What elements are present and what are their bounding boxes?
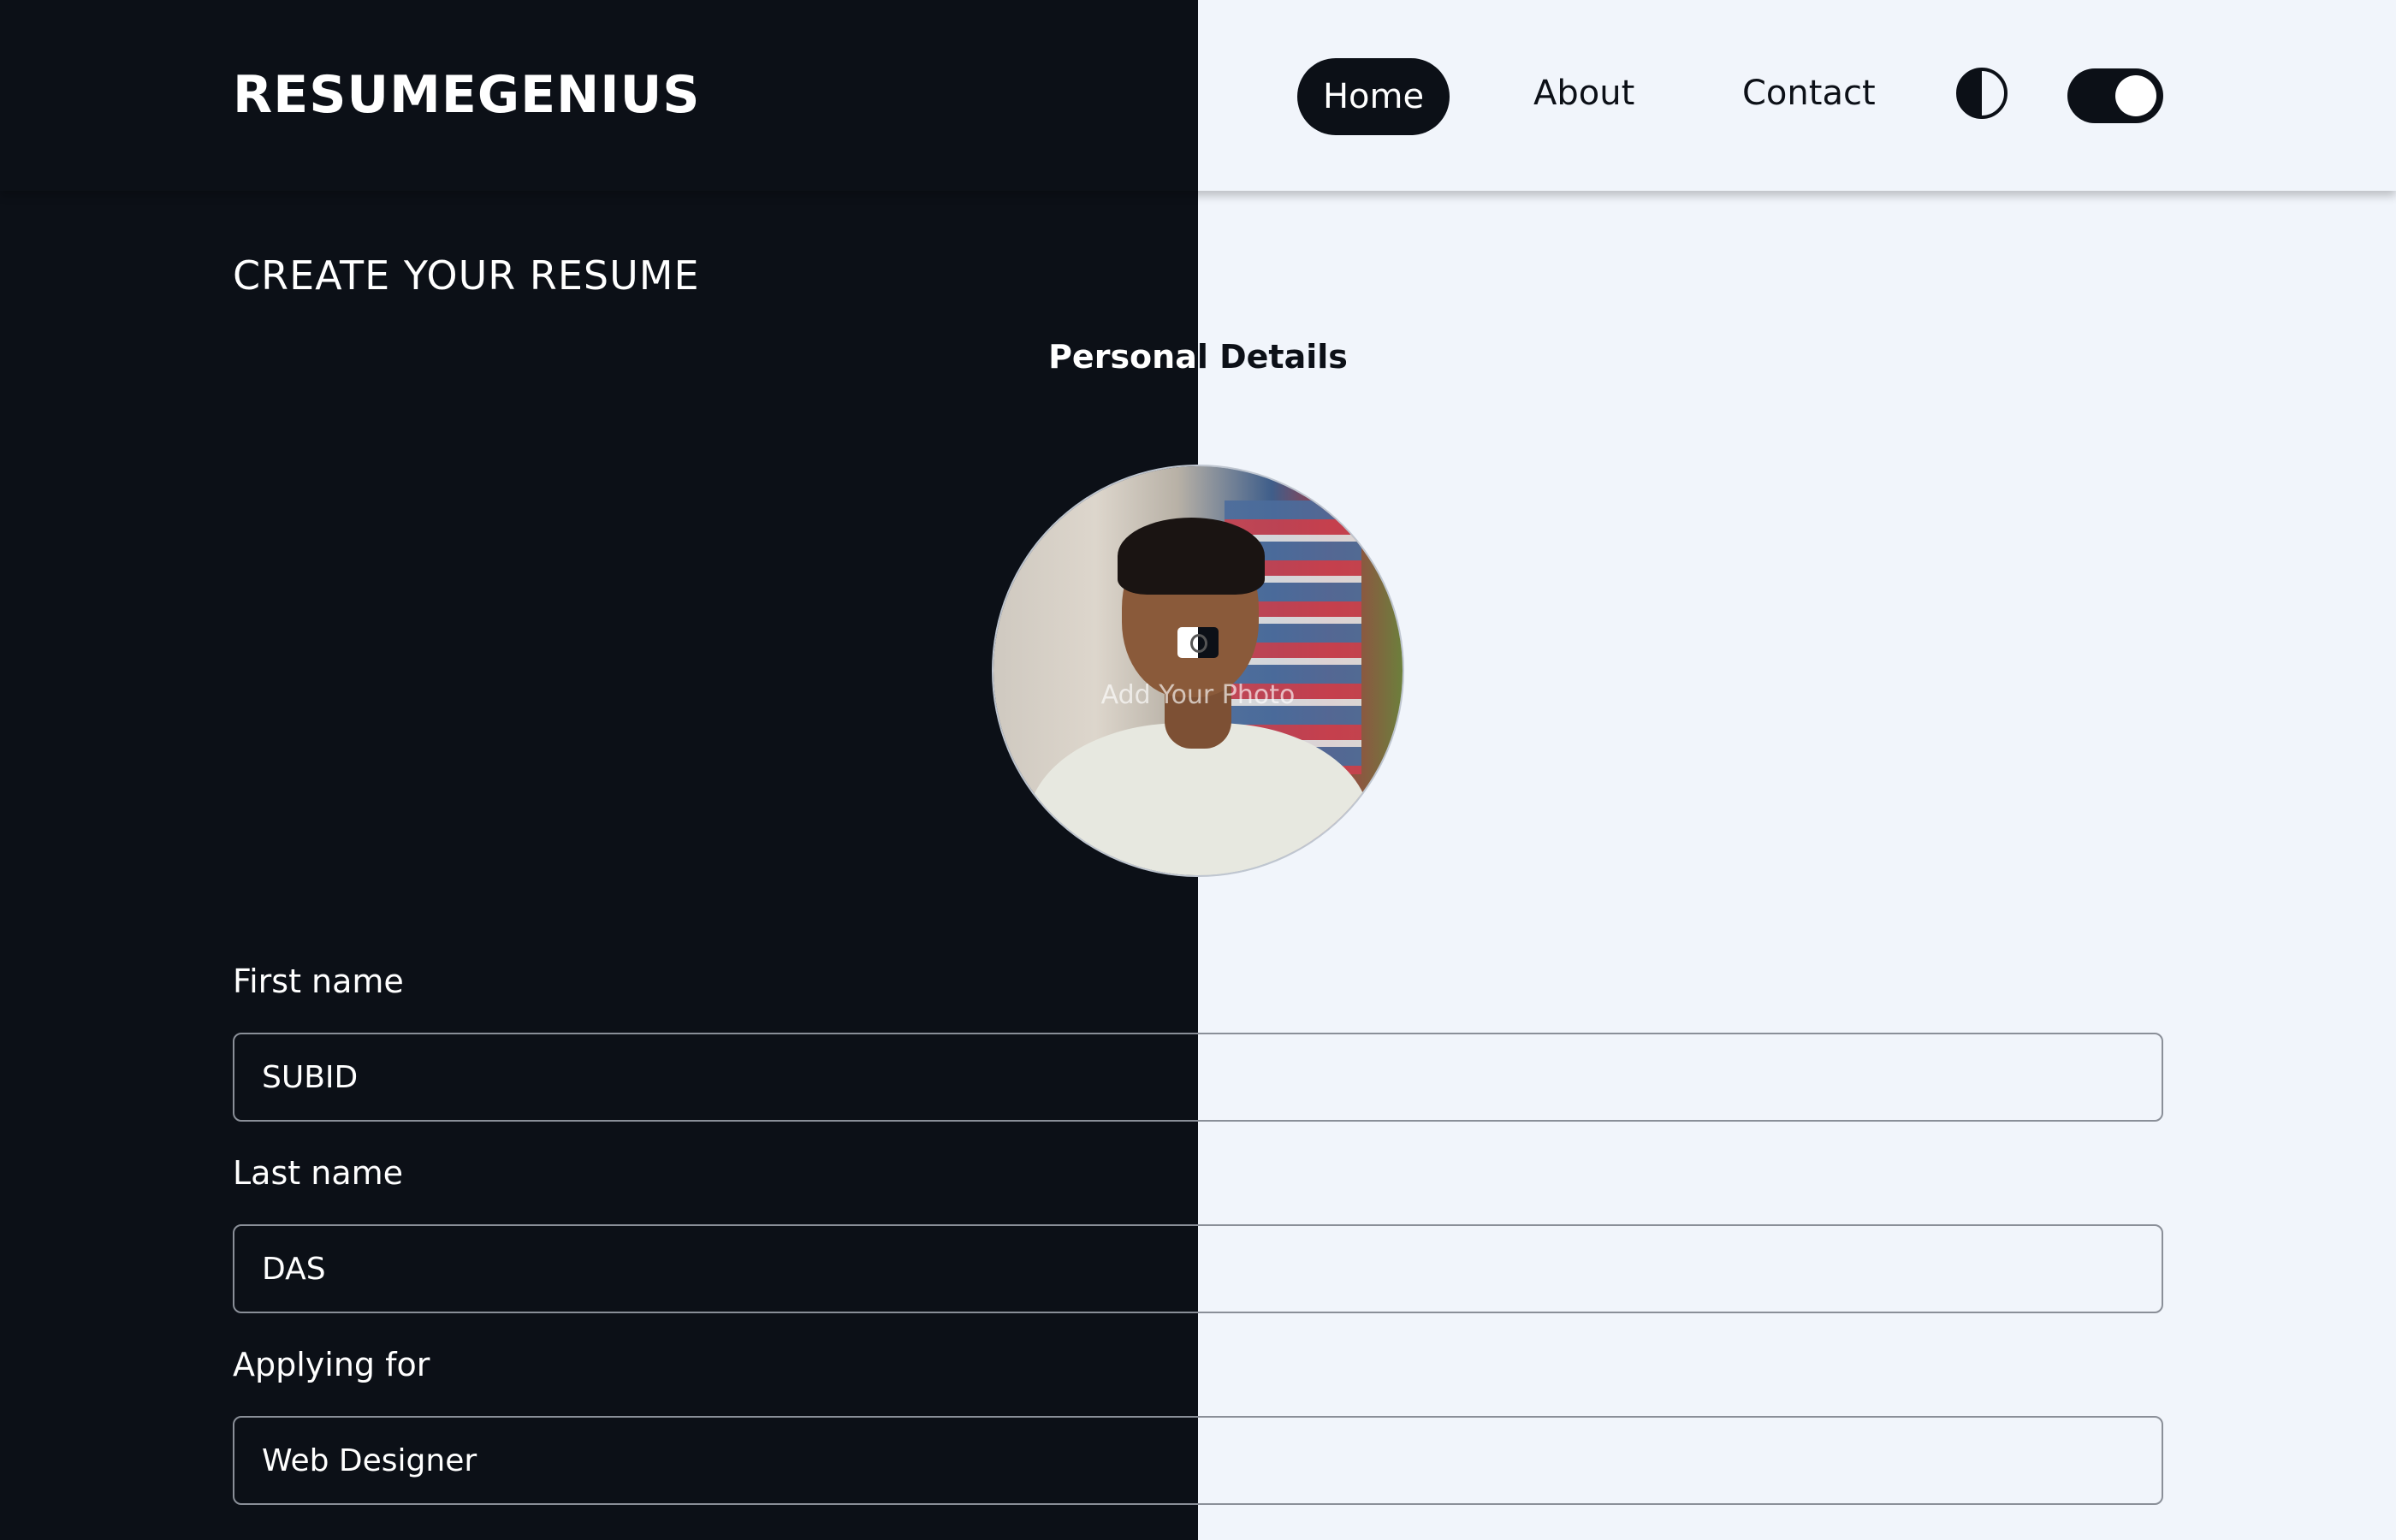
- page-title: CREATE YOUR RESUME: [233, 252, 700, 299]
- nav-contact[interactable]: Contact: [1742, 74, 1876, 113]
- toggle-knob: [2115, 75, 2156, 116]
- theme-toggle[interactable]: [2067, 68, 2163, 123]
- logo[interactable]: RESUMEGENIUS: [233, 65, 701, 125]
- last-name-input[interactable]: [233, 1224, 2163, 1313]
- first-name-label: First name: [233, 962, 404, 1000]
- section-title: Personal Details: [0, 338, 2396, 376]
- applying-for-input[interactable]: [233, 1416, 2163, 1505]
- header: RESUMEGENIUS Home About Contact: [0, 0, 2396, 191]
- add-photo-label: Add Your Photo: [1100, 680, 1296, 710]
- profile-photo-upload[interactable]: [993, 466, 1403, 875]
- photo-hair: [1118, 518, 1265, 595]
- applying-for-label: Applying for: [233, 1346, 430, 1383]
- last-name-label: Last name: [233, 1154, 403, 1192]
- nav-home[interactable]: Home: [1297, 58, 1450, 135]
- contrast-icon[interactable]: [1956, 68, 2008, 119]
- first-name-input[interactable]: [233, 1033, 2163, 1122]
- camera-icon[interactable]: [1177, 627, 1219, 658]
- nav-about[interactable]: About: [1533, 74, 1634, 113]
